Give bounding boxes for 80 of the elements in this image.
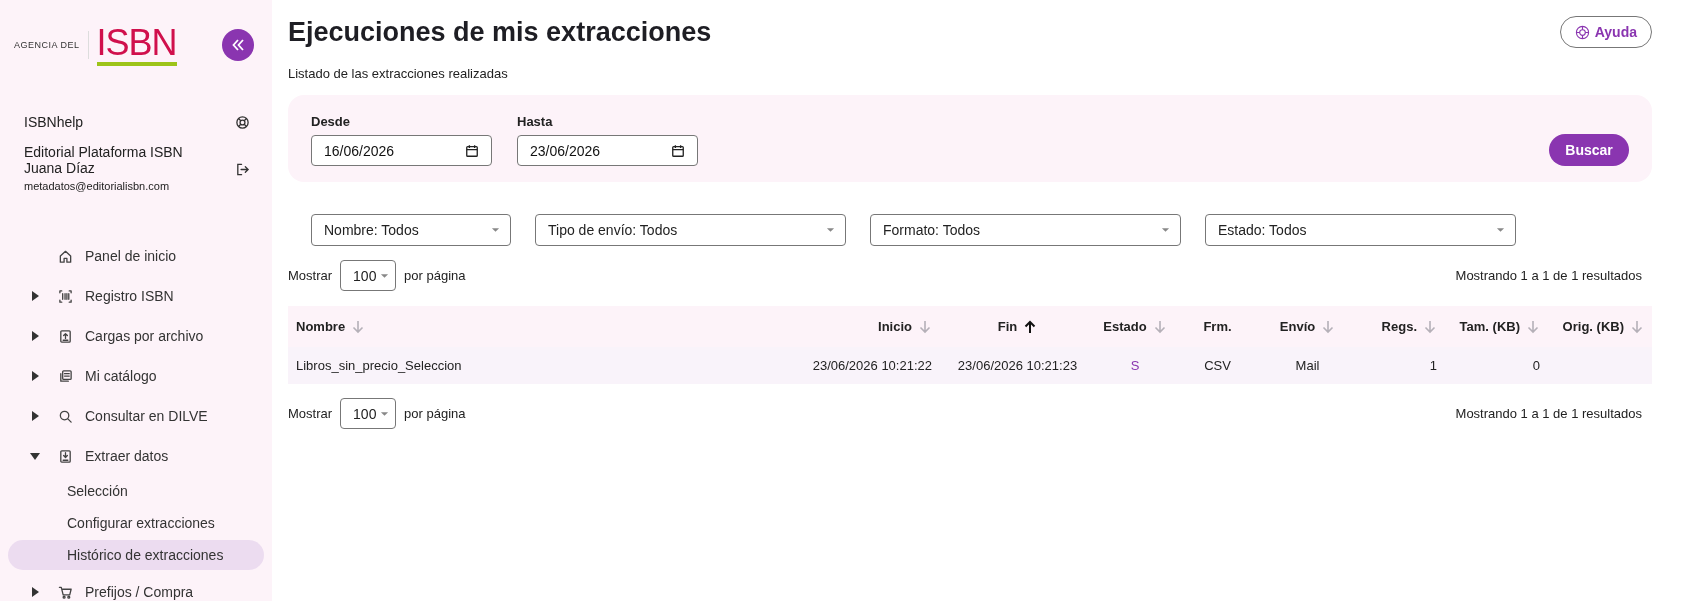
results-summary: Mostrando 1 a 1 de 1 resultados [1455,406,1642,421]
nav-item[interactable]: Consultar en DILVE [8,396,264,436]
upload-file-icon [58,328,73,344]
user-name: Juana Díaz [24,160,96,176]
table-cell: 23/06/2026 10:21:22 [812,358,932,373]
filter-dropdown[interactable]: Formato: Todos [870,214,1181,246]
logo: AGENCIA DEL ISBN [14,24,177,66]
collapse-button[interactable] [222,29,254,61]
show-label: Mostrar [288,268,333,283]
help-button[interactable]: Ayuda [1559,16,1652,48]
table-cell: CSV [1204,358,1231,373]
user-email: metadatos@editorialisbn.com [24,179,171,194]
double-chevron-left-icon[interactable] [230,37,246,53]
filter-dropdown[interactable]: Nombre: Todos [311,214,511,246]
column-header[interactable]: Frm. [1203,319,1232,334]
column-header[interactable]: Envío [1279,319,1316,334]
stack-icon [58,368,73,384]
lifebuoy-icon[interactable] [235,114,250,130]
caret-icon[interactable] [30,587,40,597]
column-header[interactable]: Regs. [1381,319,1417,334]
caret-down-icon[interactable] [1496,227,1505,233]
table-cell: Mail [1295,358,1320,373]
calendar-icon[interactable] [465,143,479,158]
table-cell: 0 [1532,358,1540,373]
search-icon [58,408,73,424]
caret-down-icon[interactable] [380,272,390,279]
table-cell: Libros_sin_precio_Seleccion [296,358,462,373]
column-header[interactable]: Inicio [878,319,912,334]
caret-down-icon[interactable] [1161,227,1170,233]
caret-icon[interactable] [30,331,40,341]
date-field[interactable]: 23/06/2026 [517,135,698,166]
column-header[interactable]: Estado [1103,319,1147,334]
nav-item[interactable]: Extraer datos [8,436,264,476]
barcode-icon [58,288,73,304]
lifebuoy-icon[interactable] [1574,24,1590,40]
caret-down-icon[interactable] [826,227,835,233]
date-label: Desde [311,114,352,129]
show-label: Mostrar [288,406,333,421]
column-header[interactable]: Nombre [296,319,346,334]
caret-icon[interactable] [30,291,40,301]
help-link[interactable]: ISBNhelp [24,114,84,130]
nav-item[interactable]: Mi catálogo [8,356,264,396]
home-icon [58,248,73,264]
cart-icon [58,584,73,600]
table-row[interactable]: Libros_sin_precio_Seleccion 23/06/2026 10:21:22 23/06/2026 10:21:23 S CSV Mail 1 0 [288,347,1652,384]
table-cell: 23/06/2026 10:21:23 [957,358,1078,373]
caret-icon[interactable] [30,371,40,381]
filter-dropdown[interactable]: Tipo de envío: Todos [535,214,846,246]
search-button[interactable]: Buscar [1549,134,1629,166]
per-page-select[interactable]: 100 [340,398,397,429]
calendar-icon[interactable] [671,143,685,158]
caret-icon[interactable] [30,411,40,421]
per-page-label: por página [404,406,466,421]
column-header[interactable]: Orig. (KB) [1562,319,1624,334]
results-summary: Mostrando 1 a 1 de 1 resultados [1455,268,1642,283]
page-subtitle: Listado de las extracciones realizadas [288,66,509,81]
download-file-icon [58,448,73,464]
column-header[interactable]: Tam. (KB) [1459,319,1520,334]
nav-item[interactable]: Cargas por archivo [8,316,264,356]
logout-icon[interactable] [235,161,250,177]
caret-icon[interactable] [30,451,40,461]
nav-item[interactable]: Registro ISBN [8,276,264,316]
table-cell: 1 [1429,358,1437,373]
page-title: Ejecuciones de mis extracciones [288,16,712,48]
per-page-label: por página [404,268,466,283]
nav-subitem[interactable]: Selección [8,476,264,506]
status-code: S [1130,358,1140,373]
sort-up-arrow-icon[interactable] [1023,318,1038,335]
caret-down-icon[interactable] [491,227,500,233]
filter-dropdown[interactable]: Estado: Todos [1205,214,1516,246]
date-label: Hasta [517,114,554,129]
nav-item[interactable]: Panel de inicio [8,236,264,276]
column-header[interactable]: Fin [997,319,1018,334]
nav-subitem[interactable]: Configurar extracciones [8,508,264,538]
nav-subitem[interactable]: Histórico de extracciones [8,540,264,570]
organization-name: Editorial Plataforma ISBN [24,144,183,160]
caret-down-icon[interactable] [380,410,390,417]
per-page-select[interactable]: 100 [340,260,397,291]
nav-item[interactable]: Prefijos / Compra [8,572,264,601]
date-field[interactable]: 16/06/2026 [311,135,492,166]
